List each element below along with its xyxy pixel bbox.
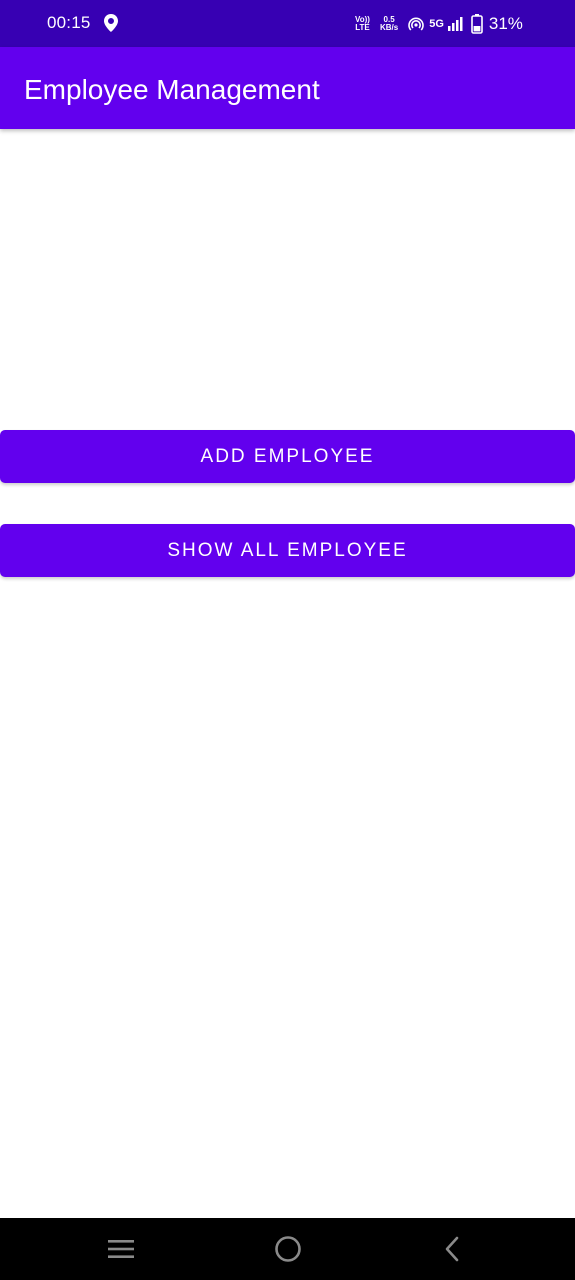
navigation-bar	[0, 1218, 575, 1280]
network-type: 5G	[429, 18, 444, 30]
battery-icon	[471, 14, 483, 34]
signal-icon	[447, 17, 463, 31]
data-speed-indicator: 0.5 KB/s	[380, 16, 398, 32]
back-icon[interactable]	[441, 1235, 463, 1263]
app-bar: Employee Management	[0, 47, 575, 129]
home-icon[interactable]	[274, 1235, 302, 1263]
hotspot-icon	[408, 17, 424, 31]
battery-percentage: 31%	[488, 14, 523, 33]
status-indicators: Vo)) LTE 0.5 KB/s 5G 31%	[355, 12, 523, 36]
volte-bottom-label: LTE	[355, 23, 370, 32]
menu-icon[interactable]	[108, 1236, 134, 1262]
status-bar: 00:15 Vo)) LTE 0.5 KB/s 5G 31%	[0, 0, 575, 47]
data-speed-unit: KB/s	[379, 23, 399, 32]
volte-indicator: Vo)) LTE	[355, 16, 370, 32]
location-icon	[104, 14, 118, 32]
app-title: Employee Management	[24, 74, 320, 105]
show-all-employee-button[interactable]: SHOW ALL EMPLOYEE	[0, 524, 575, 577]
status-time: 00:15	[47, 13, 91, 32]
add-employee-button[interactable]: ADD EMPLOYEE	[0, 430, 575, 483]
